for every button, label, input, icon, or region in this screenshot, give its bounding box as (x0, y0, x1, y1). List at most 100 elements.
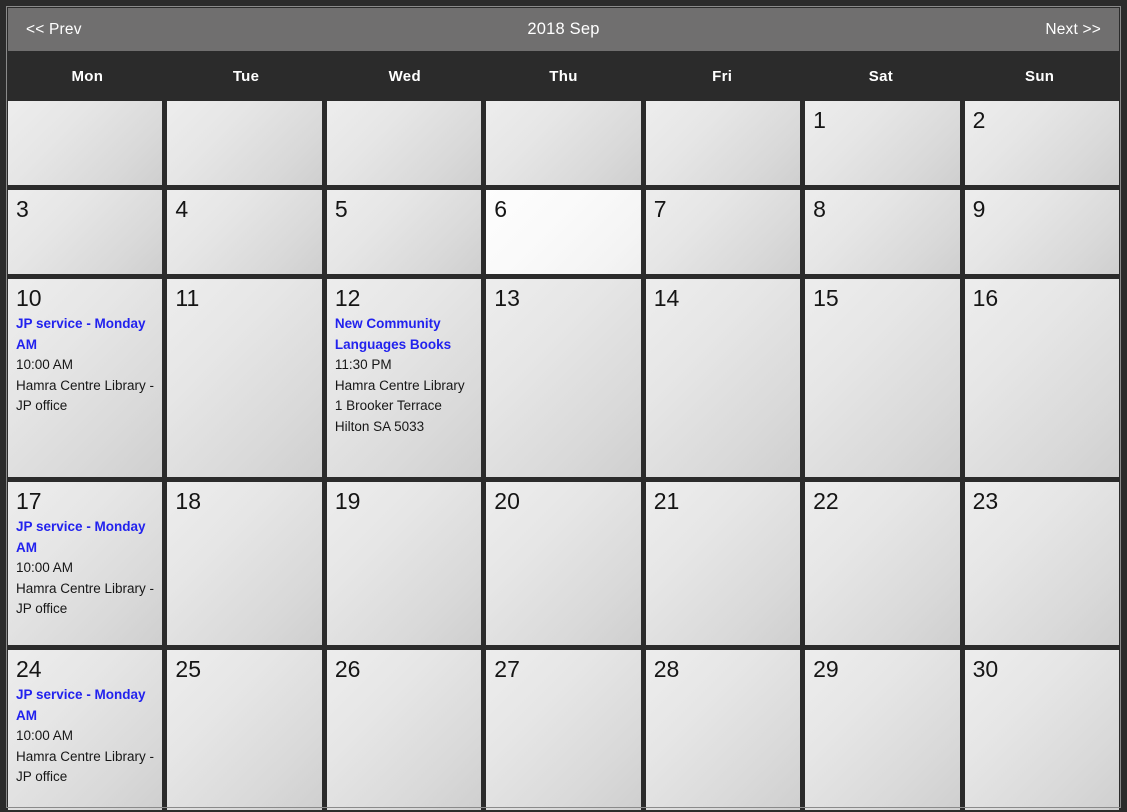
calendar-weeks: 1 2 3 4 5 6 7 8 9 10 JP service - Monday AM 10:00 A… (8, 101, 1119, 812)
day-cell[interactable]: 24 JP service - Monday AM 10:00 AM Hamra Ce… (8, 650, 163, 810)
day-number: 28 (653, 656, 680, 682)
weekday-header-mon: Mon (71, 67, 104, 85)
week-row: 24 JP service - Monday AM 10:00 AM Hamra Ce… (8, 650, 1119, 810)
day-cell[interactable]: 11 (167, 279, 322, 477)
day-number: 16 (972, 285, 999, 311)
day-cell[interactable]: 3 (8, 190, 163, 274)
calendar-event[interactable]: JP service - Monday AM 10:00 AM Hamra Cent… (16, 314, 154, 417)
day-number: 9 (972, 196, 986, 222)
day-number: 11 (175, 285, 200, 311)
event-location: Hamra Centre Library - JP office (16, 580, 155, 617)
calendar-event[interactable]: New Community Languages Books 11:30 PM Ham… (335, 314, 473, 437)
day-cell-empty[interactable] (8, 101, 163, 185)
day-number: 23 (972, 488, 999, 514)
day-number: 4 (175, 196, 189, 222)
day-number: 29 (813, 656, 839, 682)
day-number: 27 (494, 656, 520, 682)
day-number: 21 (653, 488, 680, 514)
event-location: Hamra Centre Library - JP office (16, 748, 155, 785)
day-number: 22 (813, 488, 839, 514)
day-number: 25 (175, 656, 202, 682)
day-cell[interactable]: 18 (167, 482, 322, 645)
day-cell[interactable]: 8 (805, 190, 960, 274)
day-cell[interactable]: 7 (645, 190, 801, 274)
day-cell-empty[interactable] (645, 101, 801, 185)
month-title: 2018 Sep (527, 20, 600, 38)
day-number: 5 (334, 196, 348, 222)
weekday-header-wed: Wed (388, 67, 421, 85)
day-cell-empty[interactable] (167, 101, 322, 185)
day-cell[interactable]: 21 (645, 482, 801, 645)
calendar-event[interactable]: JP service - Monday AM 10:00 AM Hamra Cent… (16, 517, 154, 620)
event-title-link[interactable]: JP service - Monday AM (16, 314, 154, 355)
month-calendar: << Prev 2018 Sep Next >> Mon Tue Wed Thu Fri… (8, 8, 1119, 812)
event-title-link[interactable]: JP service - Monday AM (16, 517, 154, 558)
day-number: 6 (494, 196, 508, 222)
event-time: 10:00 AM (16, 728, 74, 743)
day-number: 15 (813, 285, 839, 311)
day-number: 3 (16, 196, 29, 222)
day-number: 13 (494, 285, 520, 311)
day-cell[interactable]: 15 (805, 279, 960, 477)
day-cell[interactable]: 29 (805, 650, 960, 810)
event-title-link[interactable]: New Community Languages Books (335, 314, 473, 355)
day-number: 1 (813, 107, 826, 133)
calendar-page: << Prev 2018 Sep Next >> Mon Tue Wed Thu Fri… (0, 0, 1127, 812)
event-time: 10:00 AM (16, 560, 74, 575)
day-cell-empty[interactable] (486, 101, 641, 185)
day-cell[interactable]: 28 (645, 650, 801, 810)
day-cell[interactable]: 19 (326, 482, 482, 645)
day-cell-empty[interactable] (326, 101, 482, 185)
day-cell[interactable]: 26 (326, 650, 482, 810)
day-number: 10 (16, 285, 42, 311)
week-row: 10 JP service - Monday AM 10:00 AM Hamra Ce… (8, 279, 1119, 477)
weekday-header-tue: Tue (232, 67, 260, 85)
event-title-link[interactable]: JP service - Monday AM (16, 685, 154, 726)
weekday-header-row: Mon Tue Wed Thu Fri Sat Sun (8, 51, 1119, 101)
event-time: 10:00 AM (16, 357, 74, 372)
day-cell[interactable]: 16 (964, 279, 1119, 477)
weekday-header-fri: Fri (712, 67, 733, 85)
day-cell[interactable]: 25 (167, 650, 322, 810)
day-number: 14 (653, 285, 680, 311)
day-cell[interactable]: 30 (964, 650, 1119, 810)
day-cell[interactable]: 23 (964, 482, 1119, 645)
day-number: 12 (334, 285, 361, 311)
calendar-header: << Prev 2018 Sep Next >> (8, 8, 1119, 51)
day-cell[interactable]: 6 (486, 190, 641, 274)
day-number: 24 (16, 656, 42, 682)
day-cell[interactable]: 17 JP service - Monday AM 10:00 AM Hamra Ce… (8, 482, 163, 645)
day-cell[interactable]: 22 (805, 482, 960, 645)
day-cell[interactable]: 5 (326, 190, 482, 274)
event-location: Hamra Centre Library - JP office (16, 377, 155, 414)
week-row: 17 JP service - Monday AM 10:00 AM Hamra Ce… (8, 482, 1119, 645)
day-cell[interactable]: 20 (486, 482, 641, 645)
prev-month-button[interactable]: << Prev (26, 21, 82, 39)
next-month-button[interactable]: Next >> (1045, 21, 1101, 39)
weekday-header-thu: Thu (549, 67, 578, 85)
day-cell[interactable]: 9 (964, 190, 1119, 274)
day-number: 20 (494, 488, 520, 514)
day-cell[interactable]: 14 (645, 279, 801, 477)
week-row: 12 (8, 101, 1119, 185)
day-number: 19 (334, 488, 361, 514)
calendar-event[interactable]: JP service - Monday AM 10:00 AM Hamra Cent… (16, 685, 154, 788)
weekday-header-sun: Sun (1025, 67, 1055, 85)
day-cell[interactable]: 1 (805, 101, 960, 185)
day-cell[interactable]: 10 JP service - Monday AM 10:00 AM Hamra Ce… (8, 279, 163, 477)
weekday-header-sat: Sat (868, 67, 894, 85)
day-number: 7 (653, 196, 667, 222)
event-time: 11:30 PM (334, 357, 392, 372)
day-number: 17 (16, 488, 42, 514)
day-number: 26 (334, 656, 361, 682)
day-number: 18 (175, 488, 202, 514)
day-cell[interactable]: 13 (486, 279, 641, 477)
day-cell[interactable]: 27 (486, 650, 641, 810)
day-cell[interactable]: 2 (964, 101, 1119, 185)
day-number: 8 (813, 196, 826, 222)
event-location: Hamra Centre Library 1 Brooker Terrace H… (334, 377, 465, 434)
day-cell[interactable]: 12 New Community Languages Books 11:30 PM H… (326, 279, 482, 477)
week-row: 3 4 5 6 7 8 9 (8, 190, 1119, 274)
day-number: 30 (972, 656, 999, 682)
day-cell[interactable]: 4 (167, 190, 322, 274)
